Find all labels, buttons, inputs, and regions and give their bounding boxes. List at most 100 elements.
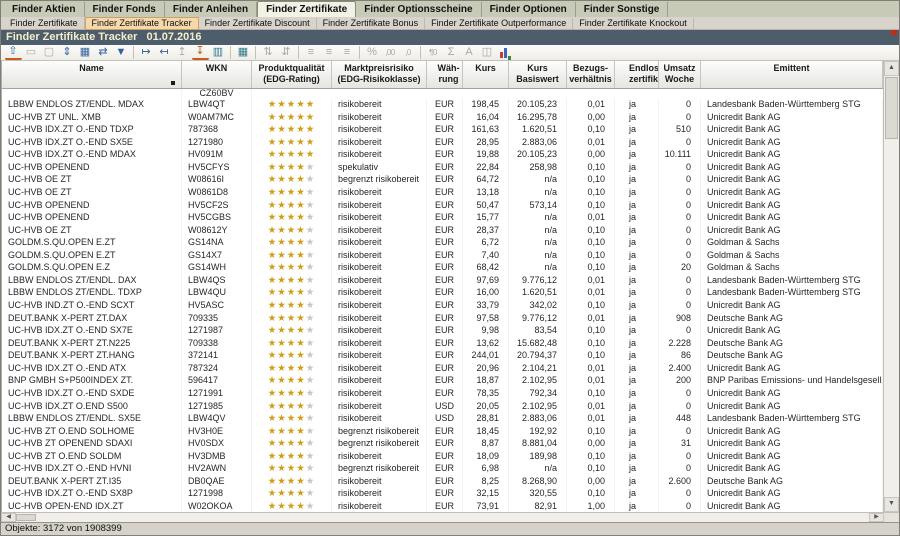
fit-width-icon[interactable]: ▭ [23, 45, 40, 60]
table-row[interactable]: UC-HVB IDX.ZT O.-END SX5E1271980★★★★★ris… [2, 136, 883, 149]
statistics-icon[interactable]: ▥ [210, 45, 227, 60]
fit-height-icon[interactable]: ⇕ [59, 45, 76, 60]
tab-finder-aktien[interactable]: Finder Aktien [4, 2, 85, 17]
sort-descending-icon[interactable]: ⇵ [278, 45, 295, 60]
table-row[interactable]: UC-HVB IDX.ZT O.-END MDAXHV091M★★★★★risi… [2, 148, 883, 161]
column-header-kurs[interactable]: Kurs [463, 61, 509, 88]
cell-umsatz-woche: 448 [659, 412, 701, 425]
subtab-finder-zertifikate-knockout[interactable]: Finder Zertifikate Knockout [573, 18, 694, 29]
remove-row-icon[interactable]: ↥ [174, 45, 191, 60]
table-row[interactable]: UC-HVB OE ZTW0861D8★★★★★risikobereitEUR1… [2, 186, 883, 199]
column-header-name[interactable]: Name [2, 61, 182, 88]
table-row[interactable]: UC-HVB IDX.ZT O.-END TDXP787368★★★★★risi… [2, 123, 883, 136]
table-row[interactable]: UC-HVB OPENENDHV5CFYS★★★★★spekulativEUR2… [2, 161, 883, 174]
align-right-icon[interactable]: ≡ [339, 45, 356, 60]
table-row[interactable]: LBBW ENDLOS ZT/ENDL. SX5ELBW4QV★★★★★risi… [2, 412, 883, 425]
table-view-icon[interactable]: ▦ [235, 45, 252, 60]
table-row[interactable]: UC-HVB IDX.ZT O.-END HVNIHV2AWN★★★★★begr… [2, 462, 883, 475]
table-row[interactable]: UC-HVB OE ZTW08612Y★★★★★risikobereitEUR2… [2, 224, 883, 237]
table-row[interactable]: UC-HVB OE ZTW08616I★★★★★begrenzt risikob… [2, 173, 883, 186]
subtab-finder-zertifikate-outperformance[interactable]: Finder Zertifikate Outperformance [425, 18, 573, 29]
subtab-finder-zertifikate-tracker[interactable]: Finder Zertifikate Tracker [85, 17, 199, 30]
tab-finder-zertifikate[interactable]: Finder Zertifikate [257, 1, 356, 17]
tab-finder-anleihen[interactable]: Finder Anleihen [165, 2, 257, 17]
table-row[interactable]: BNP GMBH S+P500INDEX ZT.596417★★★★★risik… [2, 374, 883, 387]
table-row[interactable]: DEUT.BANK X-PERT ZT.DAX709335★★★★★risiko… [2, 312, 883, 325]
table-row[interactable]: UC-HVB ZT O.END SOLDMHV3DMB★★★★★risikobe… [2, 450, 883, 463]
table-row[interactable]: UC-HVB OPENENDHV5CGBS★★★★★risikobereitEU… [2, 211, 883, 224]
table-row[interactable]: UC-HVB IDX.ZT O.-END SXDE1271991★★★★★ris… [2, 387, 883, 400]
insert-row-icon[interactable]: ↦ [138, 45, 155, 60]
vertical-scroll-thumb[interactable] [885, 77, 898, 139]
column-header-bezugsverhaeltnis[interactable]: Bezugs-verhältnis [567, 61, 615, 88]
column-header-waehrung[interactable]: Wäh-rung [427, 61, 463, 88]
tab-finder-fonds[interactable]: Finder Fonds [85, 2, 165, 17]
freeze-icon[interactable]: ¶0 [425, 45, 442, 60]
align-left-icon[interactable]: ≡ [303, 45, 320, 60]
column-select-icon[interactable]: ▦ [77, 45, 94, 60]
cell-wkn: W08612Y [182, 224, 252, 237]
table-row[interactable]: LBBW ENDLOS ZT/ENDL. TDXPLBW4QU★★★★★risi… [2, 286, 883, 299]
column-header-umsatz-woche[interactable]: UmsatzWoche [659, 61, 701, 88]
align-center-icon[interactable]: ≡ [321, 45, 338, 60]
column-header-produktqualitaet[interactable]: Produktqualität(EDG-Rating) [252, 61, 332, 88]
scroll-down-icon[interactable]: ▼ [884, 497, 899, 512]
tab-finder-sonstige[interactable]: Finder Sonstige [576, 2, 669, 17]
column-header-kurs-basiswert[interactable]: KursBasiswert [509, 61, 567, 88]
table-row[interactable]: LBBW ENDLOS ZT/ENDL. MDAXLBW4QT★★★★★risi… [2, 98, 883, 111]
table-row[interactable]: UC-HVB IDX.ZT O.-END SX7E1271987★★★★★ris… [2, 324, 883, 337]
fit-window-icon[interactable]: ▢ [41, 45, 58, 60]
table-row[interactable]: GOLDM.S.QU.OPEN E.ZGS14WH★★★★★risikobere… [2, 261, 883, 274]
table-row[interactable]: UC-HVB IDX.ZT O.-END ATX787324★★★★★risik… [2, 362, 883, 375]
table-row[interactable]: UC-HVB IDX.ZT O.END S5001271985★★★★★risi… [2, 400, 883, 413]
sort-ascending-icon[interactable]: ⇅ [260, 45, 277, 60]
table-row[interactable]: GOLDM.S.QU.OPEN E.ZTGS14NA★★★★★risikober… [2, 236, 883, 249]
subtab-finder-zertifikate-discount[interactable]: Finder Zertifikate Discount [199, 18, 317, 29]
table-row[interactable]: DEUT.BANK X-PERT ZT.I35DB0QAE★★★★★risiko… [2, 475, 883, 488]
chart-icon[interactable] [497, 45, 514, 60]
table-row[interactable]: UC-HVB IND.ZT O.-END SCXTHV5ASC★★★★★risi… [2, 299, 883, 312]
column-header-marktpreisrisiko[interactable]: Marktpreisrisiko(EDG-Risikoklasse) [332, 61, 427, 88]
table-row-partial[interactable]: CZ60BV [2, 89, 883, 98]
table-row[interactable]: UC-HVB OPEN-END IDX.ZTW02OKOA★★★★★risiko… [2, 500, 883, 512]
column-header-endloszertifikat[interactable]: Endlos-zertifikat? [615, 61, 659, 88]
scroll-left-icon[interactable]: ◀ [1, 513, 16, 522]
export-icon[interactable]: ⇧ [5, 45, 22, 60]
header-label-line2: verhältnis [567, 74, 614, 85]
table-row[interactable]: UC-HVB ZT UNL. XMBW0AM7MC★★★★★risikobere… [2, 111, 883, 124]
table-row[interactable]: DEUT.BANK X-PERT ZT.N225709338★★★★★risik… [2, 337, 883, 350]
table-row[interactable]: UC-HVB ZT O.END SOLHOMEHV3H0E★★★★★begren… [2, 425, 883, 438]
horizontal-scroll-thumb[interactable] [16, 514, 36, 521]
sum-column-icon[interactable]: ↧ [192, 45, 209, 60]
scroll-right-icon[interactable]: ▶ [869, 513, 884, 522]
horizontal-scroll-track[interactable] [36, 513, 869, 522]
column-header-emittent[interactable]: Emittent [701, 61, 883, 88]
table-row[interactable]: DEUT.BANK X-PERT ZT.HANG372141★★★★★risik… [2, 349, 883, 362]
table-row[interactable]: UC-HVB IDX.ZT O.-END SX8P1271998★★★★★ris… [2, 487, 883, 500]
vertical-scroll-track[interactable] [884, 140, 899, 497]
cell-emittent: Landesbank Baden-Württemberg STG [701, 98, 883, 111]
add-decimal-icon[interactable]: ,00 [382, 45, 399, 60]
sigma-icon[interactable]: Σ [443, 45, 460, 60]
insert-row-end-icon[interactable]: ↤ [156, 45, 173, 60]
subtab-finder-zertifikate-bonus[interactable]: Finder Zertifikate Bonus [317, 18, 426, 29]
subtab-finder-zertifikate[interactable]: Finder Zertifikate [4, 18, 85, 29]
star-gray: ★ [306, 225, 316, 236]
filter-icon[interactable]: ▼ [113, 45, 130, 60]
tab-finder-optionen[interactable]: Finder Optionen [482, 2, 576, 17]
table-row[interactable]: LBBW ENDLOS ZT/ENDL. DAXLBW4QS★★★★★risik… [2, 274, 883, 287]
horizontal-scrollbar[interactable]: ◀ ▶ [1, 512, 899, 522]
table-row[interactable]: GOLDM.S.QU.OPEN E.ZTGS14X7★★★★★risikober… [2, 249, 883, 262]
grid-icon[interactable]: ◫ [479, 45, 496, 60]
scroll-up-icon[interactable]: ▲ [884, 61, 899, 76]
column-header-wkn[interactable]: WKN [182, 61, 252, 88]
cell-wkn: CZ60BV [182, 89, 252, 98]
vertical-scrollbar[interactable]: ▲ ▼ [883, 61, 899, 512]
font-icon[interactable]: A [461, 45, 478, 60]
tab-finder-optionsscheine[interactable]: Finder Optionsscheine [356, 2, 481, 17]
percent-format-icon[interactable]: % [364, 45, 381, 60]
refresh-icon[interactable]: ⇄ [95, 45, 112, 60]
table-row[interactable]: UC-HVB ZT OPENEND SDAXIHV0SDX★★★★★begren… [2, 437, 883, 450]
remove-decimal-icon[interactable]: ,0 [400, 45, 417, 60]
table-row[interactable]: UC-HVB OPENENDHV5CF2S★★★★★risikobereitEU… [2, 199, 883, 212]
